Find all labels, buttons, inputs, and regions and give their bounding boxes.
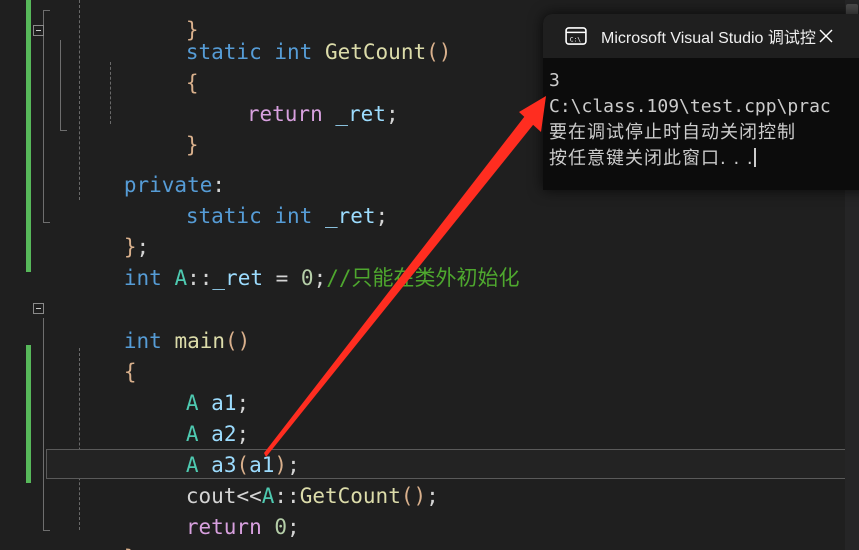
code-token-semi: ; xyxy=(385,102,399,126)
code-line-7[interactable]: }; xyxy=(48,201,149,259)
fold-toggle-main[interactable] xyxy=(33,303,44,314)
code-token-comment: //只能在类外初始化 xyxy=(326,266,520,290)
code-token-semi-9: ; xyxy=(287,515,300,539)
console-output-line-3: 按任意键关闭此窗口. . . xyxy=(549,146,859,172)
code-line-6[interactable]: static int _ret; xyxy=(110,170,388,228)
code-line-16[interactable]: return 0; xyxy=(110,481,300,539)
code-token-getcount-2: GetCount xyxy=(299,484,401,508)
code-space-7 xyxy=(162,329,175,353)
fold-toggle-getcount[interactable] xyxy=(33,25,44,36)
code-token-int-2: int xyxy=(274,204,313,228)
code-line-15[interactable]: cout<<A::GetCount(); xyxy=(110,450,439,508)
close-icon[interactable] xyxy=(815,25,837,47)
code-line-10[interactable]: int main() xyxy=(48,295,250,353)
console-titlebar[interactable]: C:\ Microsoft Visual Studio 调试控 xyxy=(543,14,859,58)
code-token-int-3: int xyxy=(123,266,162,290)
console-output-line-3-text: 按任意键关闭此窗口. . . xyxy=(549,148,754,169)
console-output-line-0: 3 xyxy=(549,70,560,91)
code-space-6 xyxy=(162,266,175,290)
code-token-zero-2: 0 xyxy=(274,515,288,539)
code-token-ret: _ret xyxy=(335,102,386,126)
code-token-getcount: GetCount xyxy=(324,40,427,64)
console-title: Microsoft Visual Studio 调试控 xyxy=(601,30,816,47)
outline-tick-method-bottom xyxy=(60,130,67,131)
outline-tick-top xyxy=(43,10,50,11)
code-line-14[interactable]: A a3(a1); xyxy=(110,419,300,477)
code-line-5[interactable]: private: xyxy=(48,139,225,197)
code-line-11[interactable]: { xyxy=(48,326,137,384)
change-bar-lower xyxy=(26,345,31,483)
close-x-glyph xyxy=(819,29,833,43)
code-line-17[interactable]: } xyxy=(48,512,137,550)
console-caret xyxy=(753,148,756,167)
code-token-return: return xyxy=(246,102,323,126)
code-token-semi-4: ; xyxy=(313,266,327,290)
code-space-5 xyxy=(312,204,325,228)
code-token-class-a: A xyxy=(174,266,188,290)
code-space-2 xyxy=(312,40,325,64)
code-token-scope: :: xyxy=(187,266,213,290)
code-token-parens-3: () xyxy=(400,484,427,508)
console-window-icon: C:\ xyxy=(565,27,587,45)
code-token-close-brace-3: } xyxy=(124,546,137,550)
code-space-3 xyxy=(323,102,336,126)
code-line-2[interactable]: { xyxy=(110,37,199,95)
console-output-area[interactable]: 3 C:\class.109\test.cpp\prac 要在调试停止时自动关闭… xyxy=(543,58,859,190)
code-token-ret-3: _ret xyxy=(212,266,263,290)
outline-line-class xyxy=(43,10,44,222)
console-output-line-2: 要在调试停止时自动关闭控制 xyxy=(549,122,796,143)
debug-console-window[interactable]: C:\ Microsoft Visual Studio 调试控 3 C:\cla… xyxy=(543,14,859,190)
code-token-assign: = xyxy=(262,266,301,290)
console-output-line-1: C:\class.109\test.cpp\prac xyxy=(549,96,831,117)
screen: } static int GetCount() { return _ret; }… xyxy=(0,0,859,550)
code-token-semi-2: ; xyxy=(375,204,389,228)
code-token-return-2: return xyxy=(185,515,262,539)
code-line-4[interactable]: } xyxy=(110,99,199,157)
code-token-int: int xyxy=(274,40,313,64)
code-line-12[interactable]: A a1; xyxy=(110,357,249,415)
code-token-semi-8: ; xyxy=(426,484,439,508)
code-line-13[interactable]: A a2; xyxy=(110,388,249,446)
code-space-4 xyxy=(262,204,275,228)
code-token-static-2: static xyxy=(185,204,262,228)
code-token-zero: 0 xyxy=(300,266,314,290)
code-token-ret-2: _ret xyxy=(324,204,376,228)
outline-line-main xyxy=(43,318,44,530)
code-line-3[interactable]: return _ret; xyxy=(171,68,399,126)
change-bar-upper xyxy=(26,0,31,272)
code-token-main: main xyxy=(174,329,226,353)
code-line-1[interactable]: static int GetCount() xyxy=(110,6,452,64)
outline-line-method xyxy=(60,40,61,130)
code-line-8[interactable]: int A::_ret = 0;//只能在类外初始化 xyxy=(48,232,520,290)
code-token-parens: () xyxy=(426,40,452,64)
code-token-parens-2: () xyxy=(225,329,251,353)
code-space-11 xyxy=(262,515,275,539)
svg-text:C:\: C:\ xyxy=(570,36,582,43)
